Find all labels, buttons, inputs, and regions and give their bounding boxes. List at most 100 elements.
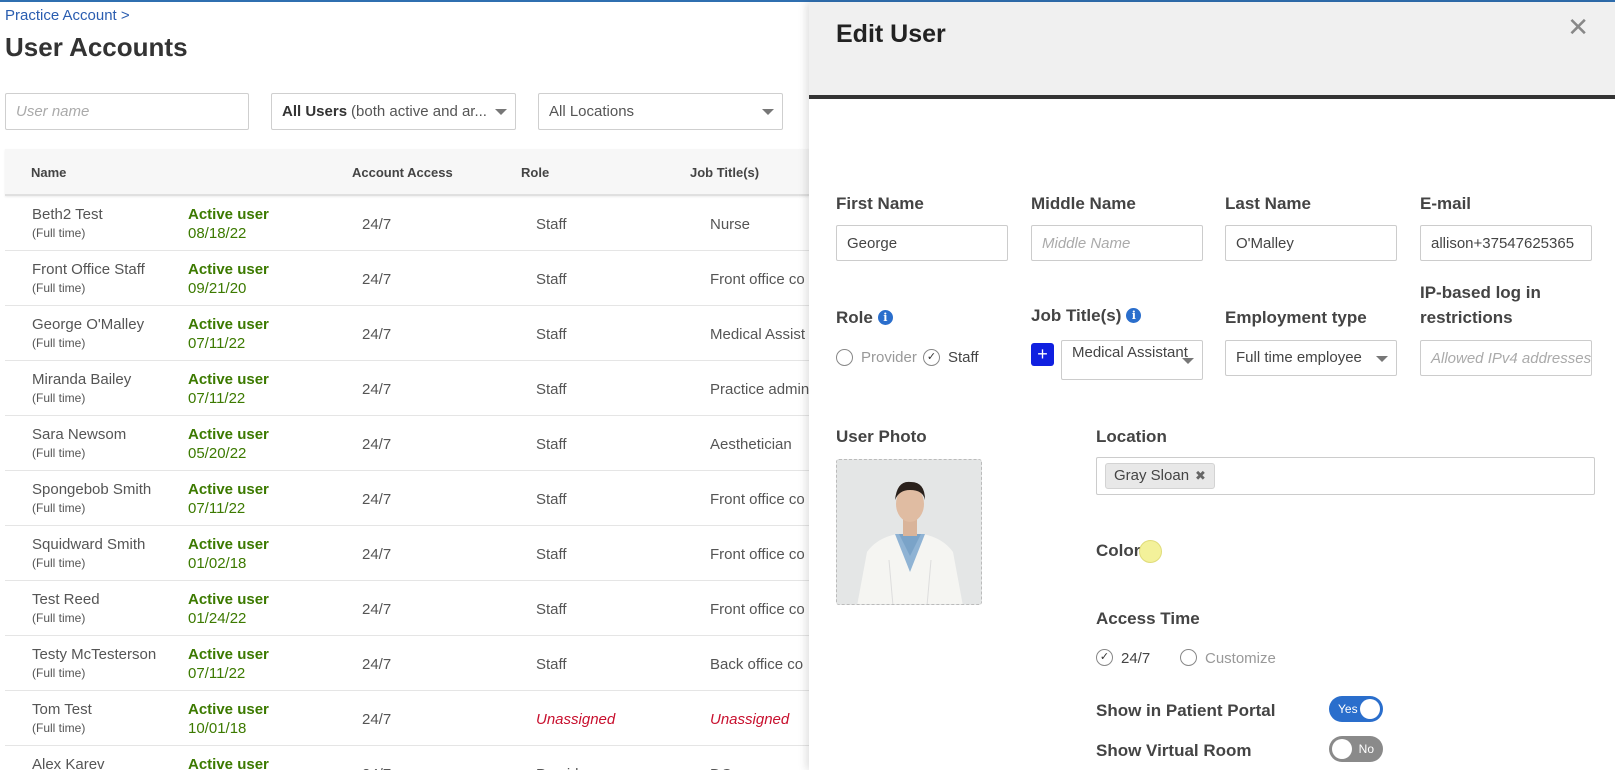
- employment-type-select[interactable]: Full time employee: [1225, 340, 1397, 376]
- table-row[interactable]: Testy McTesterson (Full time) Active user 0…: [5, 636, 809, 691]
- user-name[interactable]: Miranda Bailey: [32, 371, 131, 388]
- column-header-job-title[interactable]: Job Title(s): [690, 165, 759, 180]
- last-name-label: Last Name: [1225, 194, 1311, 213]
- account-access-cell: 24/7: [362, 656, 392, 673]
- account-access-cell: 24/7: [362, 436, 392, 453]
- user-name[interactable]: Squidward Smith: [32, 536, 145, 553]
- user-name[interactable]: Spongebob Smith: [32, 481, 151, 498]
- table-header: Name Account Access Role Job Title(s): [5, 149, 809, 196]
- table-row[interactable]: Miranda Bailey (Full time) Active user 07/1…: [5, 361, 809, 416]
- role-cell: Staff: [536, 491, 567, 508]
- user-name[interactable]: Alex Karev: [32, 756, 105, 770]
- role-provider-label[interactable]: Provider: [861, 349, 917, 366]
- show-virtual-room-toggle[interactable]: No: [1329, 736, 1383, 762]
- table-row[interactable]: George O'Malley (Full time) Active user 07/…: [5, 306, 809, 361]
- employment-note: (Full time): [32, 446, 86, 460]
- drawer-title: Edit User: [836, 20, 946, 48]
- user-name-cell: Sara Newsom (Full time): [32, 426, 126, 460]
- user-name[interactable]: Tom Test: [32, 701, 92, 718]
- table-row[interactable]: Test Reed (Full time) Active user 01/24/22 2…: [5, 581, 809, 636]
- user-name-cell: Squidward Smith (Full time): [32, 536, 145, 570]
- ip-restrictions-field[interactable]: Allowed IPv4 addresses: [1420, 340, 1592, 376]
- username-placeholder: User name: [16, 103, 90, 120]
- status-cell: Active user 10/01/18: [188, 701, 269, 737]
- user-name[interactable]: Testy McTesterson: [32, 646, 156, 663]
- first-name-field[interactable]: George: [836, 225, 1008, 261]
- breadcrumb[interactable]: Practice Account >: [5, 7, 130, 24]
- ip-restrictions-placeholder: Allowed IPv4 addresses: [1431, 349, 1592, 367]
- ip-restrictions-label: IP-based log in restrictions: [1420, 283, 1541, 328]
- user-name-cell: Spongebob Smith (Full time): [32, 481, 151, 515]
- role-staff-label[interactable]: Staff: [948, 349, 979, 366]
- status-date: 07/11/22: [188, 335, 246, 352]
- email-field[interactable]: allison+37547625365: [1420, 225, 1592, 261]
- column-header-account-access[interactable]: Account Access: [352, 165, 453, 180]
- show-virtual-room-toggle-text: No: [1358, 742, 1374, 756]
- add-job-title-button[interactable]: +: [1031, 343, 1054, 366]
- table-row[interactable]: Squidward Smith (Full time) Active user 01/…: [5, 526, 809, 581]
- access-customize-radio[interactable]: [1180, 649, 1197, 666]
- user-name-cell: Alex Karev: [32, 756, 105, 770]
- user-name[interactable]: George O'Malley: [32, 316, 144, 333]
- role-cell: Staff: [536, 381, 567, 398]
- remove-tag-icon[interactable]: ✖: [1195, 468, 1206, 483]
- account-access-cell: 24/7: [362, 271, 392, 288]
- job-title-cell: Front office co: [710, 491, 805, 508]
- role-cell: Unassigned: [536, 711, 616, 728]
- table-body: Beth2 Test (Full time) Active user 08/18/22…: [5, 196, 809, 770]
- status-cell: Active user 07/11/22: [188, 316, 269, 352]
- info-icon[interactable]: i: [877, 310, 893, 325]
- location-filter-select[interactable]: All Locations: [538, 93, 783, 130]
- middle-name-field[interactable]: Middle Name: [1031, 225, 1203, 261]
- user-status-filter-select[interactable]: All Users (both active and ar...: [271, 93, 516, 130]
- status-badge: Active user: [188, 426, 269, 443]
- email-value: allison+37547625365: [1431, 234, 1575, 252]
- role-provider-radio[interactable]: [836, 349, 853, 366]
- color-swatch[interactable]: [1139, 540, 1162, 563]
- job-title-select[interactable]: Medical Assistant: [1061, 340, 1203, 380]
- status-badge: Active user: [188, 756, 269, 770]
- table-row[interactable]: Tom Test (Full time) Active user 10/01/18 24…: [5, 691, 809, 746]
- access-247-radio[interactable]: ✓: [1096, 649, 1113, 666]
- location-multiselect[interactable]: Gray Sloan ✖: [1096, 457, 1595, 495]
- edit-user-drawer: Edit User ✕ First Name George Middle Nam…: [809, 2, 1615, 770]
- show-in-portal-toggle[interactable]: Yes: [1329, 696, 1383, 722]
- column-header-name[interactable]: Name: [31, 165, 66, 180]
- access-247-label[interactable]: 24/7: [1121, 650, 1150, 667]
- status-date: 07/11/22: [188, 665, 246, 682]
- user-name[interactable]: Front Office Staff: [32, 261, 145, 278]
- info-icon[interactable]: i: [1126, 308, 1142, 323]
- employment-type-value: Full time employee: [1236, 349, 1362, 366]
- column-header-role[interactable]: Role: [521, 165, 549, 180]
- username-filter-input[interactable]: User name: [5, 93, 249, 130]
- status-cell: Active user: [188, 756, 269, 770]
- table-row[interactable]: Beth2 Test (Full time) Active user 08/18/22…: [5, 196, 809, 251]
- last-name-field[interactable]: O'Malley: [1225, 225, 1397, 261]
- status-badge: Active user: [188, 591, 269, 608]
- table-row[interactable]: Front Office Staff (Full time) Active user…: [5, 251, 809, 306]
- user-name[interactable]: Test Reed: [32, 591, 100, 608]
- status-badge: Active user: [188, 646, 269, 663]
- user-name[interactable]: Beth2 Test: [32, 206, 103, 223]
- employment-note: (Full time): [32, 611, 86, 625]
- user-photo[interactable]: [836, 459, 982, 605]
- access-customize-label[interactable]: Customize: [1205, 650, 1276, 667]
- last-name-value: O'Malley: [1236, 234, 1294, 252]
- location-tag-label: Gray Sloan: [1114, 467, 1190, 484]
- first-name-value: George: [847, 234, 898, 252]
- table-row[interactable]: Spongebob Smith (Full time) Active user 07/…: [5, 471, 809, 526]
- status-badge: Active user: [188, 481, 269, 498]
- chevron-down-icon: [1182, 358, 1194, 364]
- role-staff-radio[interactable]: ✓: [923, 349, 940, 366]
- table-row[interactable]: Sara Newsom (Full time) Active user 05/20/2…: [5, 416, 809, 471]
- drawer-header: Edit User ✕: [809, 2, 1615, 99]
- employment-note: (Full time): [32, 666, 86, 680]
- role-label: Role: [836, 308, 873, 327]
- table-row[interactable]: Alex Karev Active user 24/7 Provider DO: [5, 746, 809, 770]
- close-icon[interactable]: ✕: [1567, 12, 1589, 43]
- user-name[interactable]: Sara Newsom: [32, 426, 126, 443]
- status-date: 08/18/22: [188, 225, 247, 242]
- first-name-label: First Name: [836, 194, 924, 213]
- status-cell: Active user 01/24/22: [188, 591, 269, 627]
- job-title-cell: Front office co: [710, 271, 805, 288]
